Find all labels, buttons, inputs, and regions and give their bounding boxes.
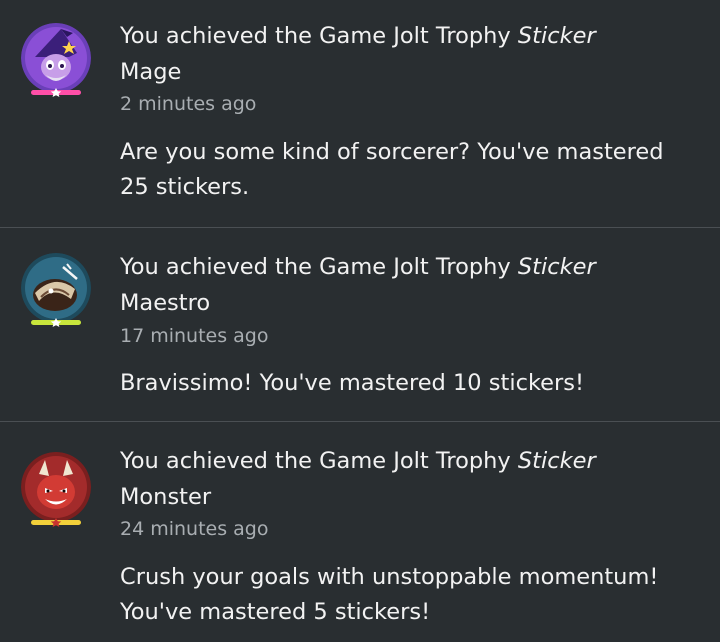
title-emphasis: Sticker xyxy=(517,254,596,280)
trophy-level-bar xyxy=(31,82,81,97)
trophy-name: Mage xyxy=(120,59,182,85)
notification-time: 17 minutes ago xyxy=(120,325,269,347)
notification-body: Are you some kind of sorcerer? You've ma… xyxy=(120,135,710,205)
trophy-name: Maestro xyxy=(120,290,211,316)
notification-body: Bravissimo! You've mastered 10 stickers! xyxy=(120,366,710,401)
notification-feed: You achieved the Game Jolt Trophy Sticke… xyxy=(0,0,720,642)
notification-body: Crush your goals with unstoppable moment… xyxy=(120,560,710,630)
notification-time: 24 minutes ago xyxy=(120,518,269,540)
trophy-level-bar xyxy=(31,512,81,527)
trophy-level-bar xyxy=(31,312,81,327)
title-text: You achieved the Game Jolt Trophy xyxy=(120,448,518,474)
notification-item[interactable]: You achieved the Game Jolt Trophy Sticke… xyxy=(0,0,720,227)
title-emphasis: Sticker xyxy=(517,448,596,474)
body-line: You've mastered 5 stickers! xyxy=(120,599,431,625)
notification-title: You achieved the Game Jolt Trophy Sticke… xyxy=(120,443,680,515)
notification-title: You achieved the Game Jolt Trophy Sticke… xyxy=(120,18,680,90)
notification-item[interactable]: You achieved the Game Jolt Trophy Sticke… xyxy=(0,228,720,421)
notification-item[interactable]: You achieved the Game Jolt Trophy Sticke… xyxy=(0,422,720,642)
notification-time: 2 minutes ago xyxy=(120,93,257,115)
title-emphasis: Sticker xyxy=(517,23,596,49)
body-line: Crush your goals with unstoppable moment… xyxy=(120,564,659,590)
body-line: Are you some kind of sorcerer? You've ma… xyxy=(120,139,664,165)
body-line: Bravissimo! You've mastered 10 stickers! xyxy=(120,370,585,396)
title-text: You achieved the Game Jolt Trophy xyxy=(120,254,518,280)
title-text: You achieved the Game Jolt Trophy xyxy=(120,23,518,49)
trophy-name: Monster xyxy=(120,484,212,510)
notification-title: You achieved the Game Jolt Trophy Sticke… xyxy=(120,249,680,321)
body-line: 25 stickers. xyxy=(120,174,250,200)
